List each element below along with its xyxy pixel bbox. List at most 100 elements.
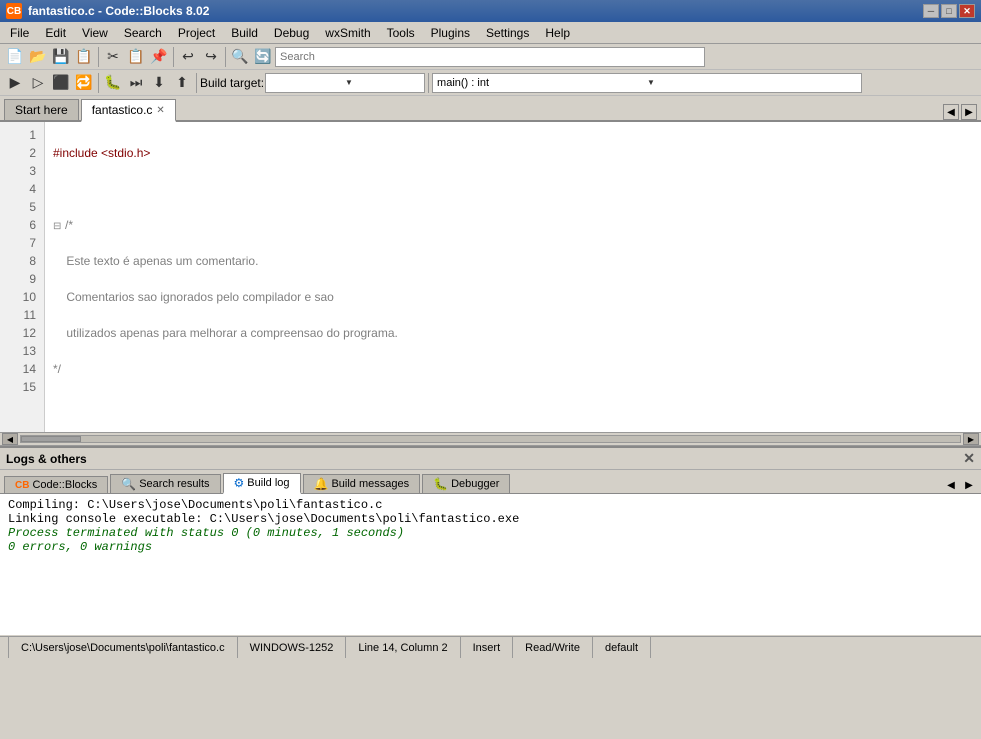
status-encoding: WINDOWS-1252	[238, 637, 347, 658]
menu-tools[interactable]: Tools	[379, 24, 423, 42]
function-dropdown-value: main() : int	[437, 77, 647, 89]
toolbar-sep-6	[428, 73, 429, 93]
bottom-panel-titlebar: Logs & others ✕	[0, 448, 981, 470]
menu-build[interactable]: Build	[223, 24, 266, 42]
undo-button[interactable]: ↩	[177, 46, 199, 68]
btab-debugger[interactable]: 🐛 Debugger	[422, 474, 510, 493]
build-msg-icon: 🔔	[314, 477, 329, 491]
replace-button[interactable]: 🔄	[252, 46, 274, 68]
hscroll-right-btn[interactable]: ▶	[963, 433, 979, 445]
save-all-button[interactable]: 📋	[73, 46, 95, 68]
cb-icon: CB	[15, 480, 29, 491]
bottom-panel: Logs & others ✕ CB Code::Blocks 🔍 Search…	[0, 446, 981, 636]
stop-button[interactable]: ⬛	[50, 72, 72, 94]
editor-tabbar: Start here fantastico.c ✕ ◀ ▶	[0, 96, 981, 122]
hscroll-thumb[interactable]	[21, 436, 81, 442]
btab-build-log[interactable]: ⚙ Build log	[223, 473, 301, 494]
line-num-15: 15	[8, 378, 36, 396]
tab-next-button[interactable]: ▶	[961, 104, 977, 120]
new-file-button[interactable]: 📄	[4, 46, 26, 68]
log-line-1: Compiling: C:\Users\jose\Documents\poli\…	[8, 498, 973, 512]
paste-button[interactable]: 📌	[148, 46, 170, 68]
find-button[interactable]: 🔍	[229, 46, 251, 68]
tab-fantastico-label: fantastico.c	[92, 103, 153, 117]
menu-settings[interactable]: Settings	[478, 24, 537, 42]
bottom-log-content: Compiling: C:\Users\jose\Documents\poli\…	[0, 494, 981, 635]
step-in-button[interactable]: ⬇	[148, 72, 170, 94]
search-icon: 🔍	[121, 477, 136, 491]
tab-nav: ◀ ▶	[943, 104, 977, 120]
dropdown-arrow-icon: ▼	[345, 78, 420, 87]
menu-file[interactable]: File	[2, 24, 37, 42]
tab-close-icon[interactable]: ✕	[156, 105, 164, 116]
toolbar-sep-3	[225, 47, 226, 67]
line-numbers: 1 2 3 4 5 6 7 8 9 10 11 12 13 14 15	[0, 122, 45, 432]
bottom-panel-title: Logs & others	[6, 452, 87, 466]
menu-debug[interactable]: Debug	[266, 24, 317, 42]
menubar: File Edit View Search Project Build Debu…	[0, 22, 981, 44]
btab-next-btn[interactable]: ▶	[961, 477, 977, 493]
menu-help[interactable]: Help	[537, 24, 578, 42]
btab-search-results[interactable]: 🔍 Search results	[110, 474, 220, 493]
btab-build-messages-label: Build messages	[331, 478, 409, 490]
hscroll-track[interactable]	[20, 435, 961, 443]
step-button[interactable]: ⏭	[125, 72, 147, 94]
btab-codeblocks[interactable]: CB Code::Blocks	[4, 476, 108, 493]
line-num-6: 6	[8, 216, 36, 234]
menu-edit[interactable]: Edit	[37, 24, 74, 42]
redo-button[interactable]: ↪	[200, 46, 222, 68]
line-num-3: 3	[8, 162, 36, 180]
hscroll-left-btn[interactable]: ◀	[2, 433, 18, 445]
build-target-dropdown[interactable]: ▼	[265, 73, 425, 93]
copy-button[interactable]: 📋	[125, 46, 147, 68]
menu-view[interactable]: View	[74, 24, 116, 42]
code-editor[interactable]: #include <stdio.h> ⊟/* Este texto é ape…	[45, 122, 981, 432]
btab-codeblocks-label: Code::Blocks	[32, 479, 97, 491]
status-access: Read/Write	[513, 637, 593, 658]
maximize-button[interactable]: □	[941, 4, 957, 18]
line-num-8: 8	[8, 252, 36, 270]
btab-nav: ◀ ▶	[943, 477, 977, 493]
toolbar-sep-2	[173, 47, 174, 67]
close-button[interactable]: ✕	[959, 4, 975, 18]
line-num-14: 14	[8, 360, 36, 378]
line-num-1: 1	[8, 126, 36, 144]
menu-project[interactable]: Project	[170, 24, 223, 42]
save-button[interactable]: 💾	[50, 46, 72, 68]
run-button[interactable]: ▷	[27, 72, 49, 94]
search-input[interactable]	[275, 47, 705, 67]
editor-area: 1 2 3 4 5 6 7 8 9 10 11 12 13 14 15 #inc…	[0, 122, 981, 432]
btab-build-messages[interactable]: 🔔 Build messages	[303, 474, 421, 493]
code-line-1: #include <stdio.h>	[53, 144, 973, 162]
line-num-7: 7	[8, 234, 36, 252]
horizontal-scrollbar[interactable]: ◀ ▶	[0, 432, 981, 446]
tab-prev-button[interactable]: ◀	[943, 104, 959, 120]
debug-run-button[interactable]: 🐛	[102, 72, 124, 94]
bottom-panel-close-button[interactable]: ✕	[963, 450, 975, 467]
btab-build-log-label: Build log	[247, 477, 289, 489]
debugger-icon: 🐛	[433, 477, 448, 491]
menu-wxsmith[interactable]: wxSmith	[317, 24, 378, 42]
open-file-button[interactable]: 📂	[27, 46, 49, 68]
tab-start-here[interactable]: Start here	[4, 99, 79, 120]
step-out-button[interactable]: ⬆	[171, 72, 193, 94]
status-mode: Insert	[461, 637, 514, 658]
btab-debugger-label: Debugger	[451, 478, 499, 490]
build-button[interactable]: ▶	[4, 72, 26, 94]
app-icon: CB	[6, 3, 22, 19]
tab-fantastico[interactable]: fantastico.c ✕	[81, 99, 176, 122]
rebuild-button[interactable]: 🔁	[73, 72, 95, 94]
minimize-button[interactable]: ─	[923, 4, 939, 18]
cut-button[interactable]: ✂	[102, 46, 124, 68]
titlebar: CB fantastico.c - Code::Blocks 8.02 ─ □ …	[0, 0, 981, 22]
log-line-2: Linking console executable: C:\Users\jos…	[8, 512, 973, 526]
code-line-6: utilizados apenas para melhorar a compre…	[53, 324, 973, 342]
menu-plugins[interactable]: Plugins	[423, 24, 478, 42]
code-line-7: */	[53, 360, 973, 378]
toolbar-sep-1	[98, 47, 99, 67]
line-num-4: 4	[8, 180, 36, 198]
function-dropdown[interactable]: main() : int ▼	[432, 73, 862, 93]
btab-prev-btn[interactable]: ◀	[943, 477, 959, 493]
code-line-8	[53, 396, 973, 414]
menu-search[interactable]: Search	[116, 24, 170, 42]
